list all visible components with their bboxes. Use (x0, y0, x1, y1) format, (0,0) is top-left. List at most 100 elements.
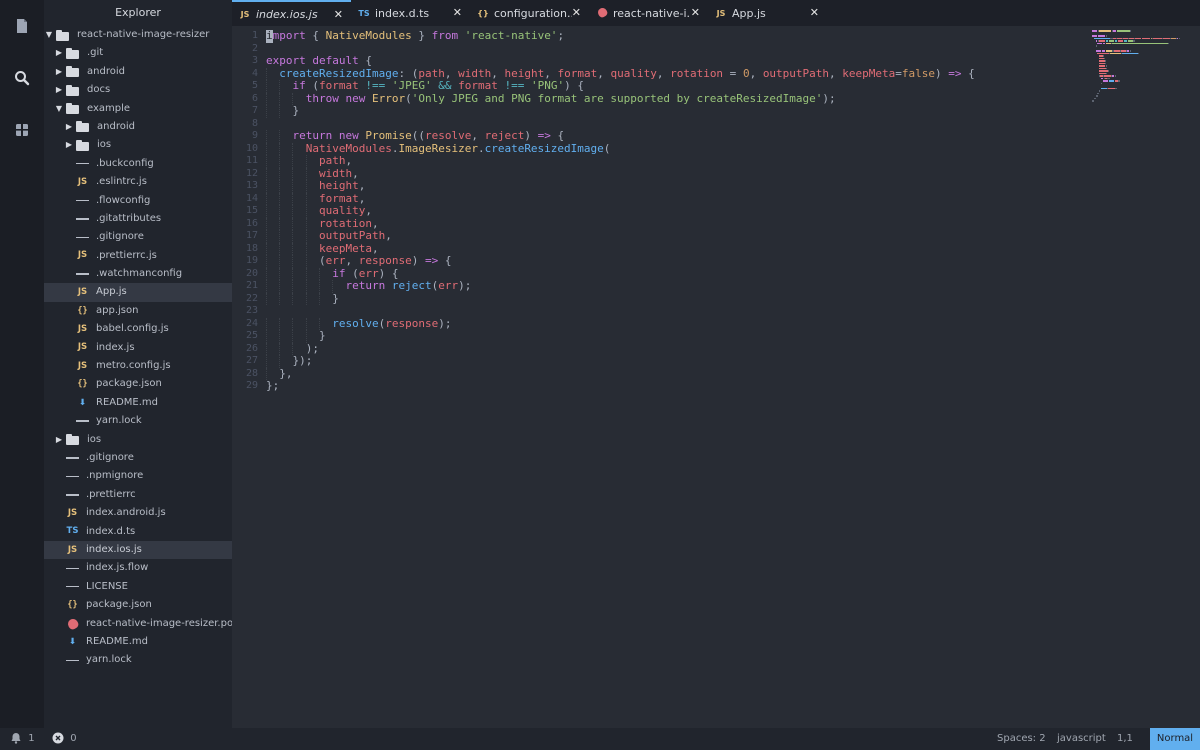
javascript-file-icon: JS (77, 176, 88, 187)
tree-folder[interactable]: ▼ example (44, 100, 232, 118)
code-text: } (266, 291, 339, 305)
tab-label: react-native-i... (613, 6, 691, 20)
tree-file[interactable]: {} app.json (44, 302, 232, 320)
line-number: 25 (245, 330, 258, 341)
tree-item-label: react-native-image-resizer (77, 29, 210, 40)
tree-folder[interactable]: ▶ android (44, 118, 232, 136)
cursor-position[interactable]: 1,1 (1117, 728, 1133, 750)
code-line[interactable]: 1 import { NativeModules } from 'react-na… (232, 29, 1088, 43)
code-line[interactable]: 25 } (232, 329, 1088, 343)
tree-item-label: .gitignore (96, 231, 144, 243)
code-editor[interactable]: 1 import { NativeModules } from 'react-na… (232, 26, 1088, 728)
tree-folder[interactable]: ▶ android (44, 63, 232, 81)
minimap[interactable] (1088, 26, 1200, 728)
chevron-right-icon[interactable]: ▶ (54, 44, 64, 62)
tree-file[interactable]: JS index.js (44, 339, 232, 357)
tree-item-label: metro.config.js (96, 360, 171, 372)
minimap-token (1093, 37, 1110, 39)
minimap-token (1105, 35, 1107, 37)
package-icon[interactable] (8, 116, 36, 144)
tree-file[interactable]: JS metro.config.js (44, 357, 232, 375)
errors-indicator[interactable]: 0 (52, 728, 77, 750)
line-number: 8 (251, 117, 258, 129)
chevron-right-icon[interactable]: ▶ (54, 63, 64, 81)
code-line[interactable]: 7 } (232, 104, 1088, 118)
minimap-token (1129, 30, 1131, 32)
code-line[interactable]: 21 return reject(err); (232, 279, 1088, 293)
chevron-right-icon[interactable]: ▶ (64, 118, 74, 136)
minimap-token (1095, 45, 1097, 47)
close-icon[interactable]: ✕ (691, 6, 700, 19)
tree-item-label: app.json (96, 304, 139, 316)
code-line[interactable]: 22 } (232, 291, 1088, 305)
tree-file[interactable]: .prettierrc (44, 486, 232, 504)
javascript-file-icon: JS (67, 507, 78, 518)
minimap-token (1142, 37, 1150, 39)
tree-file[interactable]: .gitattributes (44, 210, 232, 228)
chevron-down-icon[interactable]: ▼ (54, 100, 64, 118)
editor-tab[interactable]: react-native-i... ✕ (589, 0, 708, 26)
code-text: throw new Error('Only JPEG and PNG forma… (305, 91, 836, 105)
tree-file[interactable]: .watchmanconfig (44, 265, 232, 283)
editor-tab[interactable]: {} configuration....✕ (470, 0, 589, 26)
code-line[interactable]: 29}; (232, 379, 1088, 393)
chevron-right-icon[interactable]: ▶ (64, 136, 74, 154)
tree-file[interactable]: react-native-image-resizer.podspec (44, 615, 232, 633)
tree-file[interactable]: ⬇ README.md (44, 633, 232, 651)
chevron-down-icon[interactable]: ▼ (44, 26, 54, 44)
tree-file[interactable]: {} package.json (44, 596, 232, 614)
line-number: 13 (245, 180, 258, 191)
tree-file[interactable]: JS index.android.js (44, 504, 232, 522)
code-line[interactable]: 26 ); (232, 342, 1088, 355)
text-file-icon (76, 415, 89, 427)
tree-folder[interactable]: ▶ ios (44, 136, 232, 154)
tree-file[interactable]: .buckconfig (44, 155, 232, 173)
tree-file[interactable]: .flowconfig (44, 192, 232, 210)
tree-folder[interactable]: ▶ ios (44, 431, 232, 449)
code-line[interactable]: 6 throw new Error('Only JPEG and PNG for… (232, 91, 1088, 105)
editor-tab[interactable]: JS App.js ✕ (708, 0, 827, 26)
chevron-right-icon[interactable]: ▶ (54, 431, 64, 449)
tree-file[interactable]: JS .prettierrc.js (44, 247, 232, 265)
close-icon[interactable]: ✕ (334, 8, 343, 21)
tree-folder[interactable]: ▼ react-native-image-resizer (44, 26, 232, 44)
code-line[interactable]: 27 }); (232, 354, 1088, 368)
tree-folder[interactable]: ▶ .git (44, 44, 232, 62)
chevron-right-icon[interactable]: ▶ (54, 81, 64, 99)
line-number: 6 (251, 92, 258, 104)
indentation-setting[interactable]: Spaces: 2 (997, 728, 1046, 750)
close-icon[interactable]: ✕ (453, 6, 462, 19)
minimap-token (1105, 40, 1109, 42)
tree-file[interactable]: yarn.lock (44, 412, 232, 430)
tree-file[interactable]: JS .eslintrc.js (44, 173, 232, 191)
code-line[interactable]: 28 }, (232, 367, 1088, 380)
tree-file[interactable]: JS index.ios.js (44, 540, 232, 560)
tree-file[interactable]: JS App.js (44, 283, 232, 302)
code-line[interactable]: 10 NativeModules.ImageResizer.createResi… (232, 142, 1088, 155)
minimap-token (1099, 30, 1111, 32)
minimap-token (1163, 37, 1171, 39)
language-mode[interactable]: javascript (1057, 728, 1106, 750)
tree-file[interactable]: .npmignore (44, 467, 232, 485)
tree-file[interactable]: TS index.d.ts (44, 523, 232, 541)
file-icon[interactable] (8, 12, 36, 40)
editor-tab[interactable]: JS index.ios.js ✕ (232, 0, 351, 26)
tree-folder[interactable]: ▶ docs (44, 81, 232, 99)
search-icon[interactable] (8, 64, 36, 92)
tree-file[interactable]: {} package.json (44, 375, 232, 393)
tree-file[interactable]: yarn.lock (44, 651, 232, 669)
close-icon[interactable]: ✕ (572, 6, 581, 19)
javascript-file-icon: JS (77, 250, 88, 261)
tree-file[interactable]: JS babel.config.js (44, 320, 232, 338)
tree-file[interactable]: .gitignore (44, 449, 232, 467)
code-line[interactable]: 11 path, (232, 154, 1088, 168)
notifications-indicator[interactable]: 1 (10, 728, 35, 750)
close-icon[interactable]: ✕ (810, 6, 819, 19)
editor-tab[interactable]: TS index.d.ts ✕ (351, 0, 470, 26)
tree-file[interactable]: .gitignore (44, 228, 232, 246)
tree-file[interactable]: index.js.flow (44, 559, 232, 577)
tree-file[interactable]: ⬇ README.md (44, 394, 232, 412)
tree-file[interactable]: LICENSE (44, 578, 232, 596)
tree-item-label: ios (97, 139, 112, 151)
code-line[interactable]: 24 resolve(response); (232, 317, 1088, 330)
